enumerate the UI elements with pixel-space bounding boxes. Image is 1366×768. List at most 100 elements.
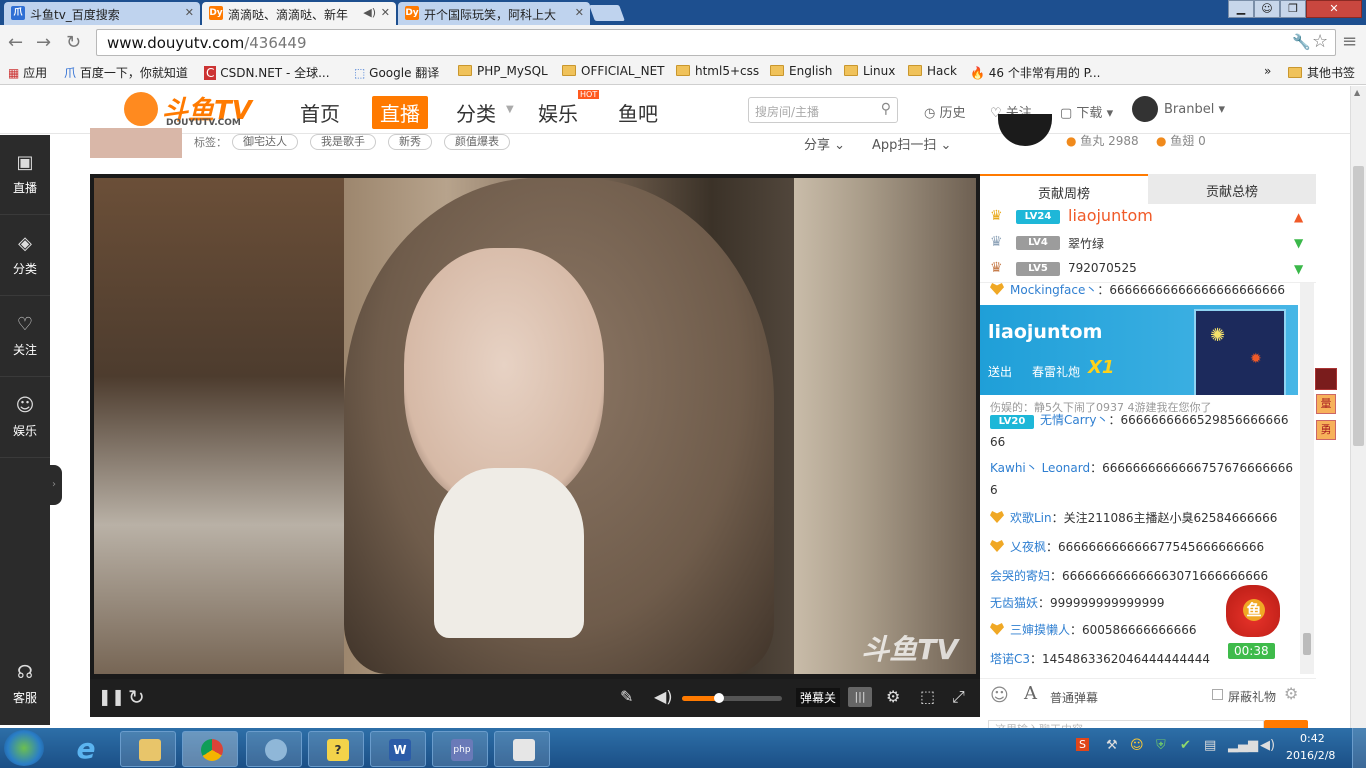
settings-gear-icon[interactable]: ⚙ [886, 687, 900, 706]
sidebar-item-category[interactable]: ◈ 分类 [0, 216, 50, 296]
page-scrollbar-thumb[interactable] [1353, 166, 1364, 446]
taskbar-app-help[interactable]: ? [308, 731, 364, 767]
tab-weekly-contribution[interactable]: 贡献周榜 [980, 174, 1148, 204]
search-icon[interactable]: ⚲ [881, 101, 891, 117]
show-desktop-button[interactable] [1352, 728, 1366, 768]
block-gifts-checkbox[interactable] [1212, 689, 1223, 700]
tray-network-tool-icon[interactable]: ⚒ [1106, 738, 1118, 753]
tray-device-icon[interactable]: ▤ [1204, 738, 1216, 753]
sidebar-expand-handle[interactable]: › [46, 465, 62, 505]
taskbar-app-mouse[interactable] [494, 731, 550, 767]
volume-thumb[interactable] [714, 693, 724, 703]
bookmark-baidu[interactable]: 爪 百度一下，你就知道 [64, 64, 188, 81]
chat-scrollbar-thumb[interactable] [1303, 633, 1311, 655]
url-field[interactable]: www.douyutv.com/436449 [96, 29, 1336, 56]
fullscreen-icon[interactable]: ⤢ [952, 687, 965, 707]
video-player[interactable]: 斗鱼TV [90, 174, 980, 679]
minimize-button[interactable]: ▁ [1228, 0, 1254, 18]
more-bookmarks-chevron[interactable]: » [1264, 64, 1271, 78]
tray-sogou-icon[interactable]: S [1076, 738, 1089, 751]
tag-pill[interactable]: 我是歌手 [310, 134, 376, 150]
bookmark-folder-hack[interactable]: Hack [908, 64, 957, 78]
bookmark-folder-php[interactable]: PHP_MySQL [458, 64, 548, 78]
tab-total-contribution[interactable]: 贡献总榜 [1148, 174, 1316, 204]
profile-icon[interactable]: ☺ [1254, 0, 1280, 18]
nav-home[interactable]: 首页 [300, 98, 340, 127]
clock-date[interactable]: 2016/2/8 [1286, 749, 1335, 762]
rank-row[interactable]: ♛ LV24 liaojuntom ▲ [980, 204, 1316, 230]
bookmark-folder-english[interactable]: English [770, 64, 832, 78]
scroll-up-icon[interactable]: ▲ [1354, 88, 1360, 97]
font-style-icon[interactable]: A [1024, 683, 1037, 704]
app-scan-button[interactable]: App扫一扫 ⌄ [872, 134, 951, 153]
sidebar-item-entertainment[interactable]: ☺ 娱乐 [0, 378, 50, 458]
theater-mode-icon[interactable]: ⬚ [920, 687, 935, 706]
internet-explorer-icon[interactable]: e [62, 732, 110, 766]
taskbar-app-word[interactable]: W [370, 731, 426, 767]
apps-bookmark[interactable]: ▦ 应用 [8, 64, 47, 81]
anchor-thumbnail[interactable] [90, 128, 182, 158]
tag-pill[interactable]: 御宅达人 [232, 134, 298, 150]
nav-category[interactable]: 分类 [456, 98, 496, 127]
fish-bag-icon[interactable]: 鱼 [1226, 585, 1280, 637]
volume-slider[interactable] [682, 693, 782, 703]
rank-username[interactable]: 792070525 [1068, 261, 1137, 275]
rank-row[interactable]: ♛ LV5 792070525 ▼ [980, 256, 1316, 282]
tab-douyu-live[interactable]: Dy 滴滴哒、滴滴哒、新年 ◀) ✕ [202, 2, 396, 25]
rank-username[interactable]: liaojuntom [1068, 206, 1153, 225]
bookmark-folder-html5[interactable]: html5+css [676, 64, 759, 78]
bookmark-folder-linux[interactable]: Linux [844, 64, 895, 78]
close-tab-icon[interactable]: ✕ [381, 6, 390, 19]
rank-badge-icon[interactable] [1315, 368, 1337, 390]
start-button[interactable] [4, 730, 44, 766]
clock-time[interactable]: 0:42 [1300, 732, 1325, 745]
back-icon[interactable]: ← [8, 32, 23, 53]
share-button[interactable]: 分享 ⌄ [804, 134, 845, 153]
video-frame[interactable]: 斗鱼TV [94, 178, 976, 674]
search-input[interactable]: 搜房间/主播 ⚲ [748, 97, 898, 123]
tab-douyu-other[interactable]: Dy 开个国际玩笑，阿科上大 ✕ [398, 2, 590, 25]
rank-username[interactable]: 翠竹绿 [1068, 235, 1104, 252]
normal-danmaku-label[interactable]: 普通弹幕 [1050, 689, 1098, 706]
tray-volume-icon[interactable]: ◀) [1260, 738, 1275, 753]
history-link[interactable]: ◷ 历史 [924, 102, 966, 121]
nav-fishbar[interactable]: 鱼吧 [618, 98, 658, 127]
anchor-avatar[interactable] [998, 114, 1052, 146]
tray-signal-icon[interactable]: ▂▄▆ [1228, 738, 1258, 753]
page-scrollbar[interactable]: ▲ [1350, 86, 1366, 728]
nav-entertainment[interactable]: 娱乐 [538, 98, 578, 127]
pause-icon[interactable]: ❚❚ [98, 687, 125, 706]
tag-pill[interactable]: 新秀 [388, 134, 432, 150]
nav-live[interactable]: 直播 [372, 96, 428, 129]
tray-smiley-icon[interactable]: ☺ [1130, 738, 1144, 753]
taskbar-app-php[interactable]: php [432, 731, 488, 767]
reload-icon[interactable]: ↻ [66, 32, 81, 53]
volume-icon[interactable]: ◀) [654, 687, 673, 706]
bookmark-star-icon[interactable]: ☆ [1312, 31, 1328, 52]
sidebar-item-live[interactable]: ▣ 直播 [0, 135, 50, 215]
bookmark-folder-other[interactable]: 其他书签 [1288, 64, 1355, 81]
emoji-icon[interactable]: ☺ [990, 685, 1009, 706]
side-badge[interactable]: 量 [1316, 394, 1336, 414]
menu-icon[interactable]: ≡ [1342, 31, 1357, 52]
bookmark-csdn[interactable]: C CSDN.NET - 全球... [204, 64, 330, 81]
avatar[interactable] [1132, 96, 1158, 122]
chat-scrollbar[interactable] [1300, 283, 1314, 674]
forward-icon[interactable]: → [36, 32, 51, 53]
tag-pill[interactable]: 颜值爆表 [444, 134, 510, 150]
tab-baidu-search[interactable]: 爪 斗鱼tv_百度搜索 ✕ [4, 2, 200, 25]
close-tab-icon[interactable]: ✕ [575, 6, 584, 19]
side-badge[interactable]: 勇 [1316, 420, 1336, 440]
settings-wrench-icon[interactable]: 🔧 [1292, 33, 1311, 51]
danmaku-toggle-label[interactable]: 弹幕关 [796, 688, 841, 707]
edit-icon[interactable]: ✎ [620, 687, 633, 706]
chat-settings-gear-icon[interactable]: ⚙ [1284, 684, 1298, 703]
new-tab-button[interactable] [589, 5, 625, 21]
close-tab-icon[interactable]: ✕ [185, 6, 194, 19]
sidebar-item-support[interactable]: ☊ 客服 [0, 645, 50, 725]
bookmark-46-useful[interactable]: 🔥 46 个非常有用的 P... [970, 64, 1100, 81]
tray-shield-icon[interactable]: ⛨ [1156, 738, 1166, 753]
bookmark-google-translate[interactable]: ⬚ Google 翻译 [354, 64, 439, 81]
danmaku-toggle-switch[interactable]: ||| [848, 687, 872, 707]
bookmark-folder-official[interactable]: OFFICIAL_NET [562, 64, 665, 78]
